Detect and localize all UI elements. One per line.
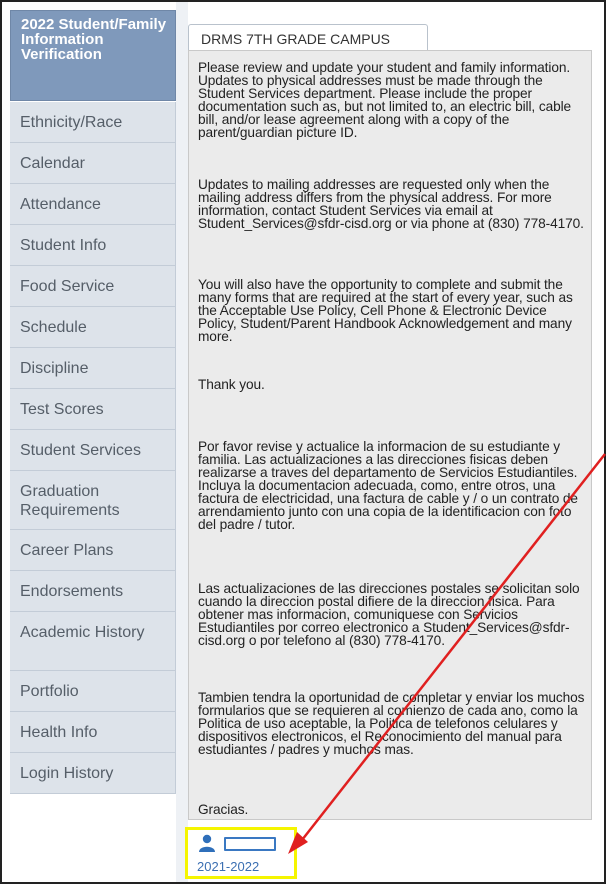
message-paragraph-5: Por favor revise y actualice la informac… (198, 439, 578, 532)
sidebar-item-login-history[interactable]: Login History (10, 753, 176, 794)
sidebar-item-label: Calendar (20, 155, 85, 172)
message-paragraph-8: Gracias. (198, 802, 249, 817)
message-paragraph-4: Thank you. (198, 377, 265, 392)
sidebar-item-calendar[interactable]: Calendar (10, 143, 176, 184)
sidebar-item-label: Student Services (20, 442, 141, 459)
sidebar-item-label: Login History (20, 765, 114, 782)
student-selector-highlight: 2021-2022 (185, 827, 297, 879)
sidebar-item-label: Health Info (20, 724, 98, 741)
sidebar-item-student-info[interactable]: Student Info (10, 225, 176, 266)
sidebar-item-ethnicity-race[interactable]: Ethnicity/Race (10, 102, 176, 143)
sidebar-item-label: Schedule (20, 319, 87, 336)
sidebar-item-food-service[interactable]: Food Service (10, 266, 176, 307)
sidebar-item-label: Ethnicity/Race (20, 114, 123, 131)
message-paragraph-7: Tambien tendra la oportunidad de complet… (198, 690, 585, 757)
sidebar-item-label: Portfolio (20, 683, 79, 700)
sidebar-item-label: Career Plans (20, 542, 114, 559)
sidebar-item-label: Test Scores (20, 401, 104, 418)
message-paragraph-2: Updates to mailing addresses are request… (198, 177, 584, 231)
sidebar-item-health-info[interactable]: Health Info (10, 712, 176, 753)
message-paragraph-1: Please review and update your student an… (198, 60, 572, 140)
sidebar-item-endorsements[interactable]: Endorsements (10, 571, 176, 612)
sidebar-divider (176, 2, 188, 882)
student-name-field[interactable] (224, 837, 276, 851)
sidebar-item-attendance[interactable]: Attendance (10, 184, 176, 225)
sidebar-item-schedule[interactable]: Schedule (10, 307, 176, 348)
sidebar-item-academic-history[interactable]: Academic History (10, 612, 176, 671)
sidebar-item-graduation-requirements[interactable]: Graduation Requirements (10, 471, 176, 530)
sidebar-item-label: Endorsements (20, 583, 124, 600)
main-content: DRMS 7TH GRADE CAMPUS Please review and … (188, 2, 604, 882)
school-year-link[interactable]: 2021-2022 (197, 859, 259, 874)
sidebar-header-label: 2022 Student/Family Information Verifica… (21, 16, 167, 63)
sidebar-item-label: Academic History (20, 624, 145, 641)
tab-campus[interactable]: DRMS 7TH GRADE CAMPUS (188, 24, 428, 50)
sidebar-item-label: Student Info (20, 237, 107, 254)
sidebar-item-career-plans[interactable]: Career Plans (10, 530, 176, 571)
message-panel: Please review and update your student an… (188, 50, 592, 820)
sidebar-item-discipline[interactable]: Discipline (10, 348, 176, 389)
sidebar-item-student-services[interactable]: Student Services (10, 430, 176, 471)
sidebar-item-test-scores[interactable]: Test Scores (10, 389, 176, 430)
message-paragraph-3: You will also have the opportunity to co… (198, 277, 573, 344)
sidebar-item-portfolio[interactable]: Portfolio (10, 671, 176, 712)
sidebar-header[interactable]: 2022 Student/Family Information Verifica… (10, 10, 176, 101)
user-icon[interactable] (198, 834, 216, 852)
sidebar-item-label: Attendance (20, 196, 101, 213)
sidebar-item-label: Discipline (20, 360, 89, 377)
sidebar-item-label: Graduation Requirements (20, 483, 120, 519)
sidebar-item-label: Food Service (20, 278, 115, 295)
sidebar: 2022 Student/Family Information Verifica… (2, 2, 176, 882)
message-paragraph-6: Las actualizaciones de las direcciones p… (198, 581, 580, 648)
